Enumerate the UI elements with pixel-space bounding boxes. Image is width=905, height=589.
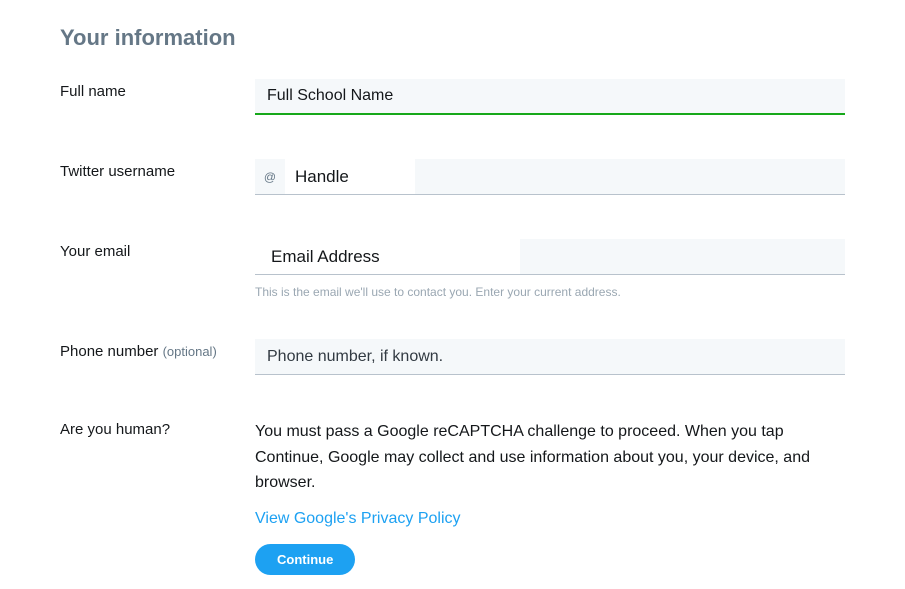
continue-button[interactable]: Continue	[255, 544, 355, 575]
phone-input[interactable]	[255, 339, 845, 375]
email-field-spacer	[520, 239, 845, 274]
full-name-label: Full name	[60, 79, 255, 100]
captcha-label: Are you human?	[60, 419, 255, 438]
phone-optional-text: (optional)	[163, 344, 217, 359]
username-field-spacer	[415, 159, 845, 194]
privacy-policy-link[interactable]: View Google's Privacy Policy	[255, 510, 461, 528]
section-heading: Your information	[60, 25, 845, 51]
username-input[interactable]	[285, 159, 415, 194]
phone-label: Phone number (optional)	[60, 339, 255, 360]
email-help-text: This is the email we'll use to contact y…	[255, 285, 845, 299]
captcha-description: You must pass a Google reCAPTCHA challen…	[255, 419, 845, 496]
full-name-input[interactable]	[255, 79, 845, 115]
username-label: Twitter username	[60, 159, 255, 180]
email-input[interactable]	[255, 239, 520, 274]
at-symbol-icon: @	[255, 159, 285, 194]
phone-label-text: Phone number	[60, 343, 163, 360]
email-label: Your email	[60, 239, 255, 260]
